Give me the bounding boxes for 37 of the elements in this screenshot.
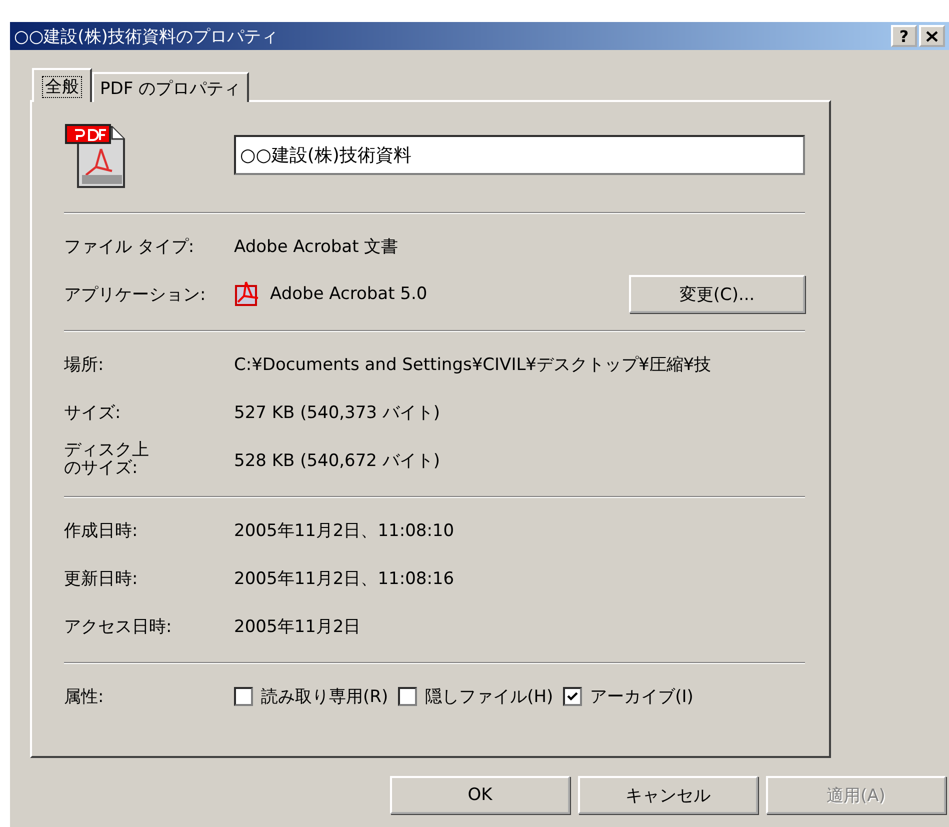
checkbox-label[interactable]: 隠しファイル(H) xyxy=(425,684,554,708)
acrobat-app-icon xyxy=(234,281,260,307)
property-value: C:¥Documents and Settings¥CIVIL¥デスクトップ¥圧縮¥技 xyxy=(234,354,712,376)
property-value: Adobe Acrobat 文書 xyxy=(234,236,398,258)
close-button[interactable] xyxy=(919,25,945,47)
property-label: のサイズ: xyxy=(64,460,138,478)
dialog-button[interactable]: キャンセル xyxy=(578,776,758,814)
property-label: アクセス日時: xyxy=(64,616,173,638)
property-label: ファイル タイプ: xyxy=(64,236,196,258)
checkbox-label[interactable]: 読み取り専用(R) xyxy=(261,684,388,708)
checkbox[interactable] xyxy=(398,686,418,706)
checkbox[interactable] xyxy=(563,686,582,706)
tab[interactable]: PDF のプロパティ xyxy=(92,72,249,102)
property-value: 528 KB (540,672 バイト) xyxy=(234,450,440,472)
property-value: 2005年11月2日、11:08:10 xyxy=(234,520,454,542)
property-label: 更新日時: xyxy=(64,568,139,590)
property-value: Adobe Acrobat 5.0 xyxy=(270,284,428,304)
property-label: アプリケーション: xyxy=(64,284,207,306)
file-name-field[interactable]: ○○建設(株)技術資料 xyxy=(234,135,805,175)
property-label: 作成日時: xyxy=(64,520,139,542)
checkmark-icon xyxy=(567,690,578,702)
window-title: ○○建設(株)技術資料のプロパティ xyxy=(14,26,279,48)
checkbox[interactable] xyxy=(234,686,253,706)
help-button[interactable]: ? xyxy=(891,25,917,47)
property-label: サイズ: xyxy=(64,402,122,424)
property-value: 2005年11月2日、11:08:16 xyxy=(234,568,454,590)
property-value: 2005年11月2日 xyxy=(234,616,361,638)
property-label: 属性: xyxy=(64,686,105,708)
checkbox-label[interactable]: アーカイブ(I) xyxy=(590,684,694,708)
property-label: ディスク上 xyxy=(64,442,149,460)
pdf-file-icon xyxy=(64,121,128,189)
property-label: 場所: xyxy=(64,354,105,376)
tab[interactable]: 全般 xyxy=(32,68,92,102)
change-button[interactable]: 変更(C)... xyxy=(629,275,805,313)
close-icon xyxy=(926,30,938,42)
property-value: 527 KB (540,373 バイト) xyxy=(234,402,440,424)
dialog-button[interactable]: OK xyxy=(390,776,570,814)
